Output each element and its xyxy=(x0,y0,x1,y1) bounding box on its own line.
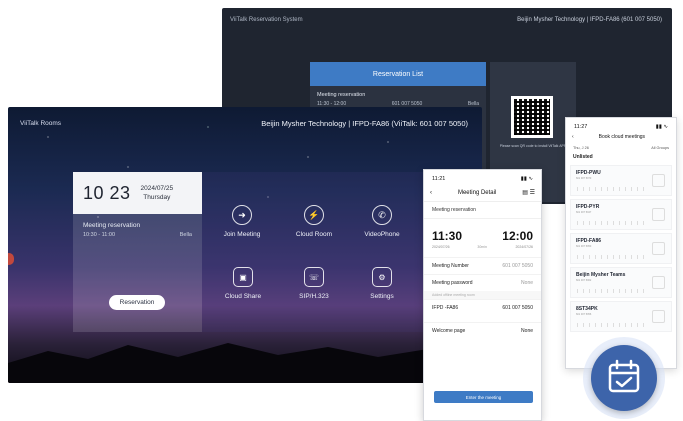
list-item[interactable]: IFPD-FA86 601 007 5050 xyxy=(570,233,672,264)
filter-bar: Thu, J 26 All Groups xyxy=(566,144,676,152)
row-value: 601 007 5050 xyxy=(502,263,533,269)
reservation-entry[interactable]: Meeting reservation 10:30 - 11:00 Bella xyxy=(73,214,202,246)
calendar-icon xyxy=(591,345,657,411)
book-header: ‹ Book cloud meetings xyxy=(566,130,676,144)
end-date: 2024/07/26 xyxy=(515,245,533,249)
device-row: IFPD -FA86 601 007 5050 xyxy=(424,299,541,316)
book-meetings-phone: 11:27 ▮▮ ∿ ‹ Book cloud meetings Thu, J … xyxy=(565,117,677,369)
row-label: Welcome page xyxy=(432,328,466,334)
cloud-room-button[interactable]: ⚡ Cloud Room xyxy=(284,205,344,238)
weekday-text: Thursday xyxy=(143,194,171,201)
list-item[interactable]: IFPD-PWU 601 007 5070 xyxy=(570,165,672,196)
list-item[interactable]: Beijin Mysher Teams 601 007 5062 xyxy=(570,267,672,298)
phone-icon: ✆ xyxy=(372,205,392,225)
function-panel xyxy=(202,172,434,332)
tile-label: SIP/H.323 xyxy=(299,293,329,300)
reservation-list-header: Reservation List xyxy=(310,62,486,86)
status-time: 11:27 xyxy=(574,124,588,130)
meeting-number-row: Meeting Number 601 007 5050 xyxy=(424,257,541,274)
timeline xyxy=(577,187,649,191)
reservation-host: Bella xyxy=(179,232,192,238)
qr-code xyxy=(511,96,553,138)
status-time: 11:21 xyxy=(432,176,446,182)
list-item[interactable]: IFPD-PYR 601 007 5047 xyxy=(570,199,672,230)
gear-icon: ⚙ xyxy=(372,267,392,287)
meeting-detail-phone: 11:21 ▮▮ ∿ ‹ Meeting Detail ▤ ☰ Meeting … xyxy=(423,169,542,421)
join-meeting-button[interactable]: ➜ Join Meeting xyxy=(212,205,272,238)
row-label: Meeting Number xyxy=(432,263,469,269)
date-filter[interactable]: Thu, J 26 xyxy=(573,146,589,150)
row-label: IFPD -FA86 xyxy=(432,305,459,311)
reservation-title: Meeting reservation xyxy=(83,222,141,229)
schedule-card: 10 23 2024/07/25 Thursday Meeting reserv… xyxy=(73,172,202,332)
tile-label: Cloud Share xyxy=(224,293,262,300)
book-checkbox[interactable] xyxy=(652,310,665,323)
cloud-share-button[interactable]: ▣ Cloud Share xyxy=(213,267,273,300)
detail-header: ‹ Meeting Detail ▤ ☰ xyxy=(424,182,541,202)
timeline xyxy=(577,221,649,225)
company-label: Beijin Mysher Technology | IFPD-FA86 (Vi… xyxy=(261,119,468,128)
row-label: Meeting password xyxy=(432,280,473,286)
section-note: Added offline meeting room xyxy=(424,291,541,299)
meeting-password-row: Meeting password None xyxy=(424,274,541,291)
timeline xyxy=(577,289,649,293)
group-filter[interactable]: All Groups xyxy=(651,146,669,150)
phone-call-icon: ☏ xyxy=(304,267,324,287)
tile-label: VideoPhone xyxy=(364,231,400,238)
timeline xyxy=(577,323,649,327)
start-date: 2024/07/26 xyxy=(432,245,450,249)
timeline xyxy=(577,255,649,259)
date-text: 2024/07/25 xyxy=(140,185,174,192)
book-checkbox[interactable] xyxy=(652,208,665,221)
arrow-right-icon: ➜ xyxy=(232,205,252,225)
row-value: None xyxy=(521,328,533,334)
detail-title: Meeting Detail xyxy=(457,189,497,196)
enter-meeting-button[interactable]: Enter the meeting xyxy=(434,391,533,403)
status-bar: 11:27 ▮▮ ∿ xyxy=(566,118,676,130)
reservation-button[interactable]: Reservation xyxy=(109,295,165,310)
settings-button[interactable]: ⚙ Settings xyxy=(352,267,412,300)
system-title: ViiTalk Reservation System xyxy=(230,17,303,23)
book-checkbox[interactable] xyxy=(652,174,665,187)
signal-icon: ▮▮ ∿ xyxy=(655,124,668,130)
group-name: Unlisted xyxy=(573,154,593,160)
item-title: Meeting reservation xyxy=(317,92,366,98)
start-time: 11:30 xyxy=(432,229,463,243)
back-icon[interactable]: ‹ xyxy=(572,134,574,140)
signal-icon: ▮▮ ∿ xyxy=(520,176,533,182)
book-title: Book cloud meetings xyxy=(598,134,646,140)
videophone-button[interactable]: ✆ VideoPhone xyxy=(352,205,412,238)
product-showcase: ViiTalk Reservation System Beijin Mysher… xyxy=(0,0,683,421)
book-checkbox[interactable] xyxy=(652,242,665,255)
row-value: 601 007 5050 xyxy=(502,305,533,311)
calendar-badge xyxy=(583,337,665,419)
share-icon[interactable]: ▤ ☰ xyxy=(522,189,535,196)
clock-date: 2024/07/25 Thursday xyxy=(141,184,174,202)
clock-time: 10 23 xyxy=(83,182,131,203)
company-label: Beijin Mysher Technology | IFPD-FA86 (60… xyxy=(517,17,662,23)
tile-label: Settings xyxy=(370,293,394,300)
meeting-subject: Meeting reservation xyxy=(424,202,541,219)
app-title: ViiTalk Rooms xyxy=(20,120,62,127)
duration: 30min xyxy=(477,245,487,249)
book-checkbox[interactable] xyxy=(652,276,665,289)
qr-instruction: Please scan QR code to install ViiTalk A… xyxy=(499,144,567,148)
clock-panel: 10 23 2024/07/25 Thursday xyxy=(73,172,202,214)
tile-label: Join Meeting xyxy=(223,231,261,238)
time-range: 11:30 2024/07/26 30min 12:00 2024/07/26 xyxy=(424,219,541,257)
end-time: 12:00 xyxy=(502,229,533,243)
rooms-main-screen: ViiTalk Rooms Beijin Mysher Technology |… xyxy=(8,107,482,383)
status-bar: 11:21 ▮▮ ∿ xyxy=(424,170,541,182)
mountain-silhouette xyxy=(8,343,482,383)
back-icon[interactable]: ‹ xyxy=(430,190,432,196)
welcome-row[interactable]: Welcome page None xyxy=(424,322,541,339)
reservation-time: 10:30 - 11:00 xyxy=(83,232,116,238)
row-value: None xyxy=(521,280,533,286)
tile-label: Cloud Room xyxy=(295,231,333,238)
list-item[interactable]: 8ST34PK 601 007 5056 xyxy=(570,301,672,332)
sip-button[interactable]: ☏ SIP/H.323 xyxy=(284,267,344,300)
screen-share-icon: ▣ xyxy=(233,267,253,287)
lightning-icon: ⚡ xyxy=(304,205,324,225)
